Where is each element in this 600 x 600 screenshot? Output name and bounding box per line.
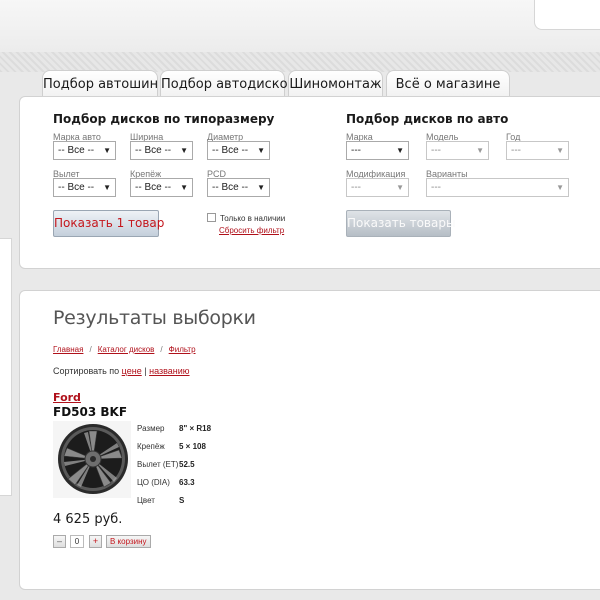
breadcrumb-catalog[interactable]: Каталог дисков: [98, 345, 155, 354]
in-stock-label: Только в наличии: [220, 214, 286, 223]
product-brand-link[interactable]: Ford: [53, 391, 81, 404]
chevron-down-icon: ▼: [556, 183, 564, 192]
diameter-select[interactable]: -- Все -- ▼: [207, 141, 270, 160]
modification-select[interactable]: --- ▼: [346, 178, 409, 197]
chevron-down-icon: ▼: [556, 146, 564, 155]
spec-color-label: Цвет: [137, 496, 155, 505]
quantity-input[interactable]: 0: [70, 535, 84, 548]
sort-prefix: Сортировать по: [53, 366, 120, 376]
spec-offset-label: Вылет (ET): [137, 460, 179, 469]
chevron-down-icon: ▼: [257, 146, 265, 155]
quantity-increase-button[interactable]: +: [89, 535, 102, 548]
chevron-down-icon: ▼: [476, 146, 484, 155]
breadcrumb-separator: /: [89, 345, 92, 354]
sort-bar: Сортировать по цене | названию: [53, 366, 190, 376]
in-stock-checkbox[interactable]: [207, 213, 216, 222]
car-brand-select[interactable]: -- Все -- ▼: [53, 141, 116, 160]
header-corner-box: [534, 0, 600, 30]
chevron-down-icon: ▼: [257, 183, 265, 192]
chevron-down-icon: ▼: [103, 146, 111, 155]
spec-offset-value: 52.5: [179, 460, 195, 469]
left-side-panel: [0, 238, 12, 496]
width-select[interactable]: -- Все -- ▼: [130, 141, 193, 160]
filter-panel: Подбор дисков по типоразмеру Марка авто …: [19, 96, 600, 269]
make-select[interactable]: --- ▼: [346, 141, 409, 160]
product-image[interactable]: [53, 421, 131, 498]
show-car-products-button[interactable]: Показать товары: [346, 210, 455, 237]
decorative-stripes: [0, 52, 600, 72]
spec-size-label: Размер: [137, 424, 165, 433]
quantity-decrease-button[interactable]: –: [53, 535, 66, 548]
spec-fastener-label: Крепёж: [137, 442, 165, 451]
show-products-button[interactable]: Показать 1 товар: [53, 210, 164, 237]
breadcrumb: Главная / Каталог дисков / Фильтр: [53, 345, 196, 354]
sort-by-price-link[interactable]: цене: [122, 366, 142, 376]
chevron-down-icon: ▼: [180, 146, 188, 155]
size-filter-title: Подбор дисков по типоразмеру: [53, 112, 275, 126]
header-band: [0, 0, 600, 52]
spec-dia-value: 63.3: [179, 478, 195, 487]
spec-dia-label: ЦО (DIA): [137, 478, 170, 487]
spec-color-value: S: [179, 496, 185, 505]
chevron-down-icon: ▼: [103, 183, 111, 192]
fastener-select[interactable]: -- Все -- ▼: [130, 178, 193, 197]
chevron-down-icon: ▼: [180, 183, 188, 192]
reset-filter-link[interactable]: Сбросить фильтр: [219, 226, 284, 235]
wheel-rim-icon: [58, 424, 128, 494]
results-title: Результаты выборки: [53, 307, 256, 329]
chevron-down-icon: ▼: [396, 146, 404, 155]
sort-by-name-link[interactable]: названию: [149, 366, 189, 376]
offset-select[interactable]: -- Все -- ▼: [53, 178, 116, 197]
variants-select[interactable]: --- ▼: [426, 178, 569, 197]
spec-size-value: 8" × R18: [179, 424, 212, 433]
spec-fastener-value: 5 × 108: [179, 442, 206, 451]
model-select[interactable]: --- ▼: [426, 141, 489, 160]
results-panel: Результаты выборки Главная / Каталог диско…: [19, 290, 600, 590]
year-select[interactable]: --- ▼: [506, 141, 569, 160]
breadcrumb-separator: /: [160, 345, 163, 354]
breadcrumb-home[interactable]: Главная: [53, 345, 83, 354]
breadcrumb-filter[interactable]: Фильтр: [169, 345, 196, 354]
product-model[interactable]: FD503 BKF: [53, 405, 127, 419]
sort-separator: |: [144, 366, 147, 376]
chevron-down-icon: ▼: [396, 183, 404, 192]
add-to-cart-button[interactable]: В корзину: [106, 535, 151, 548]
car-filter-title: Подбор дисков по авто: [346, 112, 509, 126]
product-price: 4 625 руб.: [53, 512, 123, 527]
pcd-select[interactable]: -- Все -- ▼: [207, 178, 270, 197]
